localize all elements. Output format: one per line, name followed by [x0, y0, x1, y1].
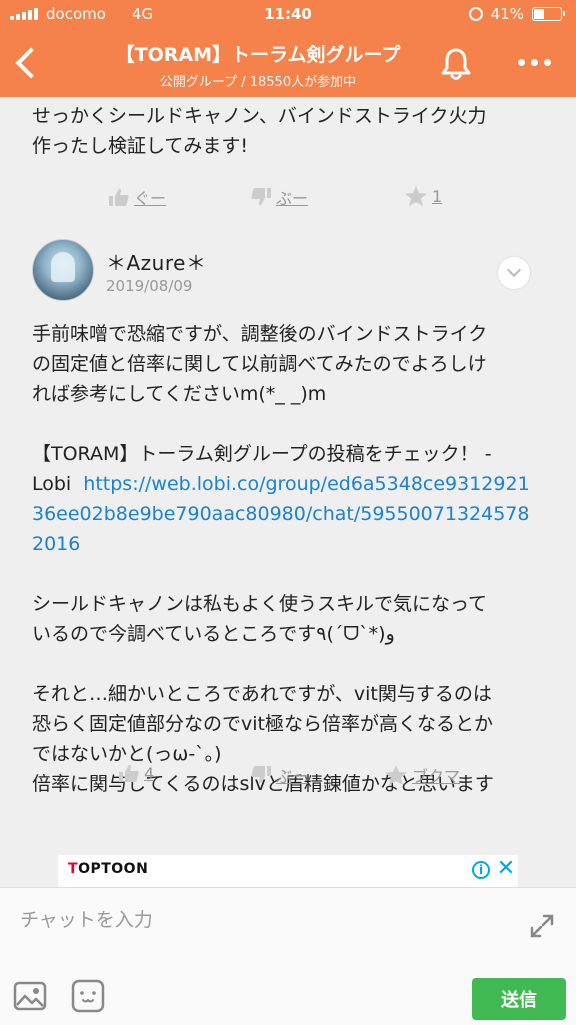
ad-close-icon[interactable]: ✕ [496, 857, 516, 881]
status-bar: docomo 4G 11:40 41% [0, 0, 576, 30]
notification-button[interactable] [436, 44, 476, 84]
like-button[interactable]: 4 [118, 763, 154, 783]
star-icon [385, 765, 407, 785]
expand-input-button[interactable] [526, 910, 558, 942]
more-button[interactable] [508, 50, 560, 74]
favorite-count: 1 [432, 186, 443, 206]
ad-info-icon[interactable]: i [472, 861, 490, 879]
battery-percent: 41% [490, 5, 524, 23]
status-right: 41% [468, 5, 565, 23]
chat-input[interactable] [18, 902, 502, 938]
message-menu-button[interactable] [498, 257, 530, 289]
avatar[interactable] [32, 239, 94, 301]
back-button[interactable] [8, 40, 48, 88]
sticker-face-icon [71, 979, 105, 1013]
message-text: せっかくシールドキャノン、バインドストライク火力 作ったし検証してみます! [32, 105, 487, 157]
dislike-label: ぶー [276, 189, 309, 208]
star-icon [405, 186, 427, 206]
message-text-part: 手前味噌で恐縮ですが、調整後のバインドストライク の固定値と倍率に関して以前調べ… [32, 323, 492, 495]
image-button[interactable] [12, 978, 48, 1014]
send-button[interactable]: 送信 [472, 978, 566, 1020]
username[interactable]: ＊Azure＊ [106, 247, 206, 276]
thumbs-down-icon [251, 188, 271, 206]
like-label: ぐー [134, 189, 167, 208]
message-actions: 4 ぶー ブクマ [0, 763, 576, 793]
more-dot [530, 58, 538, 66]
ad-brand-rest: OPTOON [78, 861, 149, 877]
message-link[interactable]: https://web.lobi.co/group/ed6a5348ce9312… [32, 473, 530, 555]
thumbs-up-icon [119, 764, 139, 782]
more-dot [517, 58, 525, 66]
more-dot [543, 58, 551, 66]
bookmark-button[interactable]: ブクマ [384, 763, 460, 787]
orientation-lock-icon [468, 7, 483, 21]
ad-banner[interactable]: TOPTOON i ✕ [58, 855, 518, 887]
message-body: 手前味噌で恐縮ですが、調整後のバインドストライク の固定値と倍率に関して以前調べ… [32, 319, 532, 799]
ad-brand-logo: TOPTOON [68, 861, 148, 877]
header-title-group: 【TORAM】トーラム剣グループ 公開グループ / 18550人が参加中 [80, 40, 436, 90]
page-title: 【TORAM】トーラム剣グループ [115, 44, 401, 66]
dislike-button[interactable]: ぶー [250, 185, 308, 209]
thumbs-up-icon [109, 188, 129, 206]
message-actions: ぐー ぶー 1 [0, 185, 576, 215]
thumbs-down-icon [251, 766, 271, 784]
expand-icon [530, 914, 554, 938]
bell-icon [441, 48, 471, 80]
group-subtitle: 公開グループ / 18550人が参加中 [159, 75, 357, 90]
chat-composer: 送信 [0, 887, 576, 1025]
battery-fill [534, 9, 544, 19]
image-icon [13, 981, 47, 1011]
post-date: 2019/08/09 [106, 277, 193, 295]
like-count: 4 [144, 763, 155, 783]
ad-brand-initial: T [68, 861, 79, 877]
dislike-button[interactable]: ぶー [250, 763, 308, 787]
chat-thread[interactable]: せっかくシールドキャノン、バインドストライク火力 作ったし検証してみます! ぐー… [0, 97, 576, 887]
favorite-button[interactable]: 1 [404, 185, 442, 207]
battery-icon [532, 7, 565, 21]
dislike-label: ぶー [276, 767, 309, 786]
sticker-button[interactable] [70, 978, 106, 1014]
app-header: docomo 4G 11:40 41% 【TORAM】トーラム剣グループ 公開グ… [0, 0, 576, 97]
like-button[interactable]: ぐー [108, 185, 166, 209]
bookmark-label: ブクマ [412, 767, 461, 786]
